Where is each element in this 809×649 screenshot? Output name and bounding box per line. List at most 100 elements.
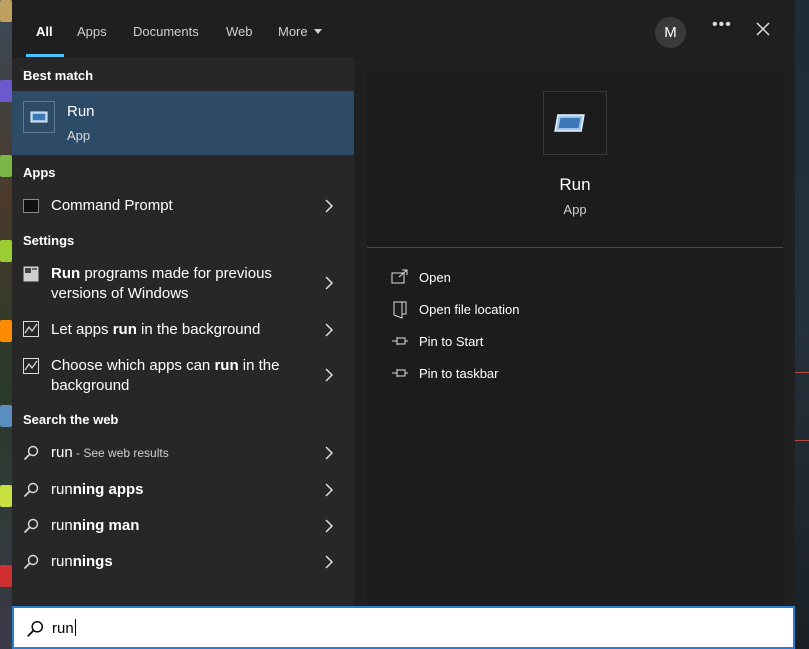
action-open[interactable]: Open xyxy=(391,267,691,291)
highlight-text: ning apps xyxy=(72,481,144,498)
divider xyxy=(367,247,783,248)
chevron-right-icon[interactable] xyxy=(324,519,334,533)
compatibility-settings-icon xyxy=(23,266,39,282)
desktop-right-edge xyxy=(793,0,809,649)
desktop-icon xyxy=(0,155,12,177)
search-text: run xyxy=(52,620,74,637)
section-best-match: Best match xyxy=(23,68,94,83)
chevron-right-icon[interactable] xyxy=(324,199,334,213)
active-tab-indicator xyxy=(26,54,64,57)
search-icon xyxy=(27,620,44,637)
search-icon xyxy=(23,482,39,498)
action-label: Pin to taskbar xyxy=(419,366,499,381)
tab-more[interactable]: More xyxy=(278,24,322,39)
desktop-left-edge xyxy=(0,0,12,649)
chevron-right-icon[interactable] xyxy=(324,483,334,497)
label-pre: Choose which apps can xyxy=(51,357,215,374)
action-label: Open xyxy=(419,270,451,285)
label-pre: run xyxy=(51,481,73,498)
section-settings: Settings xyxy=(23,233,75,248)
folder-icon xyxy=(393,301,407,319)
action-pin-to-taskbar[interactable]: Pin to taskbar xyxy=(391,363,691,387)
label-post: in the background xyxy=(136,321,261,338)
desktop-icon xyxy=(0,485,12,507)
activity-settings-icon xyxy=(23,358,39,374)
label-pre: Let apps xyxy=(51,321,113,338)
tab-documents[interactable]: Documents xyxy=(133,24,199,39)
section-search-web: Search the web xyxy=(23,412,119,427)
list-item-web[interactable]: run - See web results xyxy=(12,436,354,470)
details-subtitle: App xyxy=(563,202,587,217)
list-item-label: run - See web results xyxy=(51,443,301,463)
action-label: Pin to Start xyxy=(419,334,484,349)
web-results-hint: - See web results xyxy=(72,446,169,460)
desktop-icon xyxy=(0,320,12,342)
chevron-right-icon[interactable] xyxy=(324,555,334,569)
action-label: Open file location xyxy=(419,302,520,317)
label-rest: programs made for previous versions of W… xyxy=(51,265,272,302)
list-item-label: running man xyxy=(51,516,301,536)
search-input[interactable]: run xyxy=(12,606,795,649)
list-item-setting[interactable]: Let apps run in the background xyxy=(12,316,354,346)
more-options-icon[interactable]: ••• xyxy=(712,16,732,34)
list-item-label: Let apps run in the background xyxy=(51,320,301,340)
list-item-label: Command Prompt xyxy=(51,197,173,214)
details-title: Run xyxy=(559,175,591,194)
search-icon xyxy=(23,445,39,461)
chevron-right-icon[interactable] xyxy=(324,446,334,460)
label-pre: run xyxy=(51,517,73,534)
highlight-text: run xyxy=(112,321,137,338)
search-input-value: run xyxy=(52,619,76,637)
account-avatar[interactable]: M xyxy=(655,17,686,48)
search-tabs-bar: All Apps Documents Web More M ••• xyxy=(12,0,795,58)
search-panel: All Apps Documents Web More M ••• Best m… xyxy=(12,0,795,606)
list-item-label: runnings xyxy=(51,552,301,572)
search-icon xyxy=(23,518,39,534)
desktop-icon xyxy=(0,565,12,587)
list-item-web[interactable]: runnings xyxy=(12,545,354,579)
list-item-label: running apps xyxy=(51,480,301,500)
run-app-icon xyxy=(23,101,55,133)
best-match-subtitle: App xyxy=(67,128,91,143)
desktop-strip xyxy=(793,440,809,441)
command-prompt-icon xyxy=(23,199,39,213)
details-pane: Run App Open Open file location Pin to S… xyxy=(367,71,783,606)
best-match-title: Run xyxy=(67,103,95,120)
desktop-icon xyxy=(0,405,12,427)
tab-web[interactable]: Web xyxy=(226,24,253,39)
desktop-strip xyxy=(793,372,809,373)
chevron-right-icon[interactable] xyxy=(324,276,334,290)
list-item-web[interactable]: running man xyxy=(12,509,354,543)
chevron-right-icon[interactable] xyxy=(324,323,334,337)
web-query: run xyxy=(51,444,73,461)
desktop-icon xyxy=(0,80,12,102)
pin-icon xyxy=(392,337,408,345)
desktop-icon xyxy=(0,0,12,22)
list-item-label: Run programs made for previous versions … xyxy=(51,264,301,304)
activity-settings-icon xyxy=(23,321,39,337)
best-match-item[interactable]: Run App xyxy=(12,91,354,155)
list-item-web[interactable]: running apps xyxy=(12,473,354,507)
list-item-setting[interactable]: Run programs made for previous versions … xyxy=(12,258,354,310)
tab-all[interactable]: All xyxy=(36,24,53,39)
highlight-text: Run xyxy=(51,265,81,282)
open-icon xyxy=(391,269,408,284)
search-icon xyxy=(23,554,39,570)
pin-icon xyxy=(392,369,408,377)
close-icon[interactable] xyxy=(754,20,772,38)
action-pin-to-start[interactable]: Pin to Start xyxy=(391,331,691,355)
list-item-setting[interactable]: Choose which apps can run in the backgro… xyxy=(12,350,354,402)
list-item-label: Choose which apps can run in the backgro… xyxy=(51,356,301,396)
results-list: Best match Run App Apps Command Prompt S… xyxy=(12,58,354,606)
highlight-text: nings xyxy=(72,553,113,570)
action-open-file-location[interactable]: Open file location xyxy=(391,299,691,323)
tab-apps[interactable]: Apps xyxy=(77,24,107,39)
tab-more-label: More xyxy=(278,24,308,39)
label-pre: run xyxy=(51,553,73,570)
highlight-text: run xyxy=(214,357,239,374)
text-cursor xyxy=(74,619,76,636)
chevron-down-icon xyxy=(313,29,322,34)
list-item-command-prompt[interactable]: Command Prompt xyxy=(12,188,354,222)
run-app-icon xyxy=(543,91,607,155)
chevron-right-icon[interactable] xyxy=(324,368,334,382)
